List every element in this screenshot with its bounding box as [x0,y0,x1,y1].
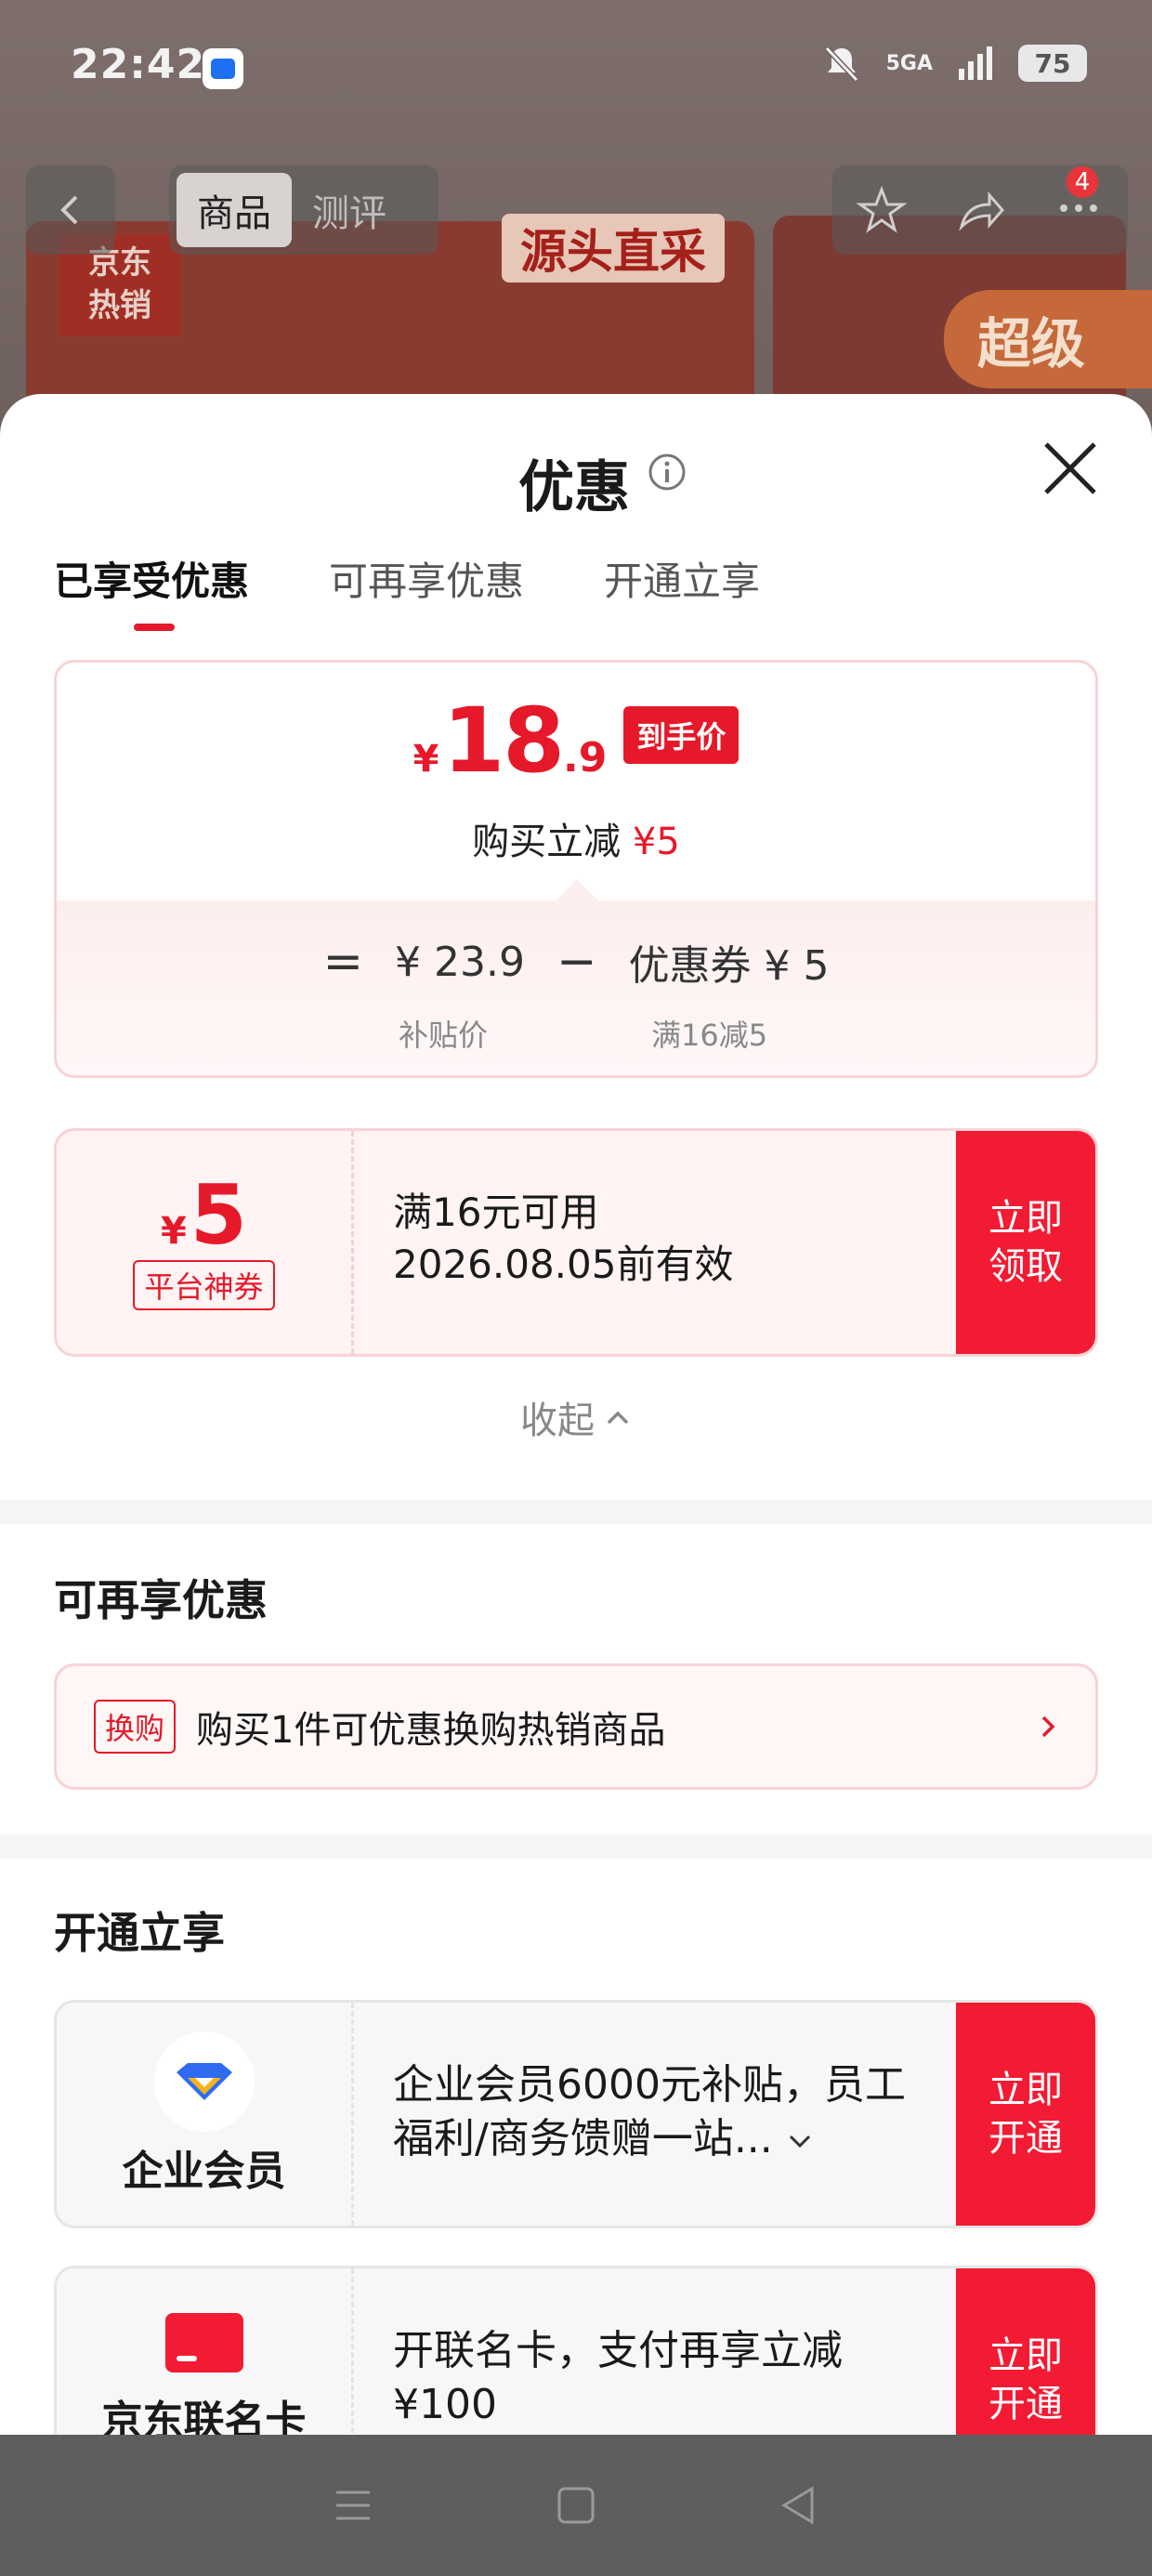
banner-slogan: 源头直采 [502,214,725,283]
final-price-card: ¥ 18 .9 到手价 购买立减 ¥5 = ¥ 23.9 − 优惠券 ¥ 5 补… [54,660,1098,1078]
reduce-prefix: 购买立减 [472,821,622,863]
open-enterprise-button[interactable]: 立即开通 [956,2003,1095,2226]
back-arrow-icon [60,195,78,225]
coupon-amount: ¥ 5 [161,1175,247,1256]
banner-right-text: 超级 [944,290,1152,388]
base-price-label: 补贴价 [399,1018,489,1053]
cobrand-desc: 开联名卡，支付再享立减 ¥100 [393,2327,843,2428]
hot-sale-tag-line2: 热销 [88,287,151,324]
member-desc-text: 企业会员6000元补贴，员工福利/商务馈赠一站... [393,2061,906,2162]
close-icon[interactable] [1037,435,1104,502]
section-divider [0,1500,1152,1524]
cart-badge: 4 [1064,164,1101,201]
sheet-header: 优惠 [0,394,1152,535]
home-icon[interactable] [552,2481,600,2530]
discount-tabs: 已享受优惠 可再享优惠 开通立享 [54,550,760,631]
coupon-number: 5 [190,1167,248,1263]
coupon-value: ¥ 5 平台神券 [57,1131,354,1354]
base-price: ¥ 23.9 [395,938,525,986]
credit-card-icon [164,2313,243,2372]
exchange-tag: 换购 [94,1700,177,1754]
price-currency: ¥ [412,738,439,781]
tab-review[interactable]: 测评 [292,173,407,247]
cobrand-brand: 京东联名卡 [57,2268,354,2435]
share-icon[interactable] [954,184,1006,236]
open-offers-title: 开通立享 [54,1908,225,1958]
minus-sign: − [556,934,597,990]
coupon-condition: 满16元可用 [393,1189,599,1235]
open-cobrand-button[interactable]: 立即开通 [956,2268,1095,2435]
info-icon[interactable] [647,452,687,493]
mute-bell-icon [824,46,858,83]
top-actions: 4 [832,164,1128,255]
coupon-type-badge: 平台神券 [133,1260,275,1310]
section-divider [0,1834,1152,1859]
equals-sign: = [322,934,364,990]
back-triangle-icon[interactable] [775,2481,823,2530]
member-desc: 企业会员6000元补贴，员工福利/商务馈赠一站... [354,2003,956,2226]
reduce-amount: ¥5 [632,821,680,863]
status-icons: 5GA 75 [821,43,1087,84]
status-bar: 22:42 5GA 75 [0,0,1152,139]
tab-product[interactable]: 商品 [177,173,292,247]
member-name: 企业会员 [122,2148,286,2195]
price-breakdown: = ¥ 23.9 − 优惠券 ¥ 5 补贴价 满16减5 [57,900,1095,1075]
cobrand-name: 京东联名卡 [101,2398,307,2435]
chevron-down-icon[interactable] [786,2127,814,2155]
star-icon[interactable] [856,184,908,236]
reduce-line: 购买立减 ¥5 [57,811,1095,865]
coupon-currency: ¥ [160,1210,187,1253]
app-icon [203,48,243,89]
exchange-offer-row[interactable]: 换购 购买1件可优惠换购热销商品 [54,1663,1098,1790]
sheet-title: 优惠 [518,455,630,520]
price-summary: ¥ 18 .9 到手价 购买立减 ¥5 [57,663,1095,900]
exchange-text: 购买1件可优惠换购热销商品 [196,1709,666,1752]
price-integer: 18 [442,689,565,793]
coupon-deduction: 优惠券 ¥ 5 [628,942,830,990]
chevron-right-icon [1041,1715,1055,1738]
chevron-up-icon [607,1411,629,1425]
signal-icon [959,46,992,80]
final-price-tag: 到手价 [623,706,740,764]
network-type: 5GA [885,51,933,75]
more-button[interactable]: 4 [1053,164,1105,238]
product-tabs: 商品 测评 [169,165,439,255]
back-button[interactable] [26,165,115,255]
tab-more-offers[interactable]: 可再享优惠 [329,550,524,607]
coupon-expiry: 2026.08.05前有效 [393,1242,734,1287]
system-nav-bar [0,2435,1152,2576]
coupon-condition-label: 满16减5 [651,1018,768,1053]
discount-sheet: 优惠 已享受优惠 可再享优惠 开通立享 ¥ 18 .9 到手价 购买立减 ¥5 [0,394,1152,2435]
collapse-label: 收起 [520,1400,595,1442]
tab-open-enjoy[interactable]: 开通立享 [604,550,760,607]
cobrand-card: 京东联名卡 开联名卡，支付再享立减 ¥100 立即开通 [54,2266,1098,2435]
enterprise-logo-icon [153,2031,255,2132]
price-decimal: .9 [563,734,608,782]
final-price: ¥ 18 .9 到手价 [57,696,1095,785]
menu-icon[interactable] [329,2481,377,2530]
status-time: 22:42 [71,41,206,88]
price-formula: = ¥ 23.9 − 优惠券 ¥ 5 [57,932,1095,992]
battery-icon: 75 [1018,45,1087,82]
more-offers-title: 可再享优惠 [54,1575,268,1625]
coupon-details: 满16元可用 2026.08.05前有效 [354,1131,956,1354]
enterprise-member-card: 企业会员 企业会员6000元补贴，员工福利/商务馈赠一站... 立即开通 [54,2000,1098,2228]
tab-enjoyed[interactable]: 已享受优惠 [54,550,249,631]
claim-coupon-button[interactable]: 立即领取 [956,1131,1095,1354]
collapse-button[interactable]: 收起 [0,1390,1152,1444]
platform-coupon: ¥ 5 平台神券 满16元可用 2026.08.05前有效 立即领取 [54,1128,1098,1357]
member-brand: 企业会员 [57,2003,354,2226]
